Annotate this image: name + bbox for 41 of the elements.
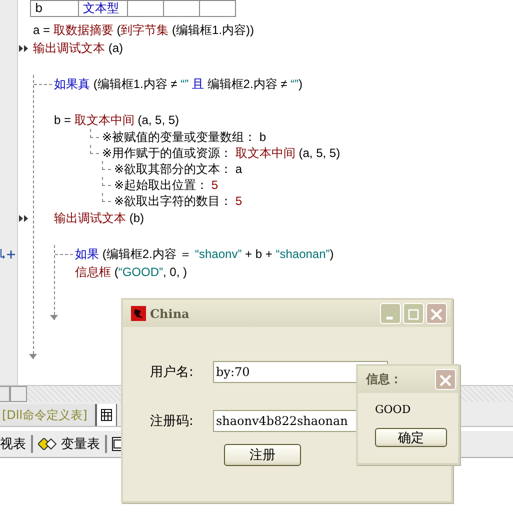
run-marker-icon[interactable]: [19, 44, 28, 52]
code-line: ※用作赋于的值或资源： 取文本中间 (a, 5, 5): [102, 145, 340, 161]
tab[interactable]: [96, 404, 118, 426]
code-line: 如果真 (编辑框1.内容 ≠ “” 且 编辑框2.内容 ≠ “”): [54, 76, 303, 92]
table-cell: 文本型: [78, 0, 128, 16]
app-icon: [131, 306, 146, 321]
scroll-left-button[interactable]: [0, 386, 10, 402]
minimize-icon: [386, 316, 393, 320]
panel-tab[interactable]: 视表: [0, 435, 33, 453]
close-button[interactable]: [426, 303, 447, 324]
close-icon: [439, 374, 452, 387]
panel-label: 变量表: [61, 436, 100, 453]
maximize-button[interactable]: [403, 303, 424, 324]
ok-button[interactable]: 确定: [375, 428, 447, 447]
code-line: 输出调试文本 (a): [33, 40, 123, 56]
table-icon: [101, 409, 112, 421]
window-title: China: [150, 306, 190, 320]
code-line: a = 取数据摘要 (到字节集 (编辑框1.内容)): [33, 22, 254, 38]
diamonds-icon: [38, 438, 58, 450]
register-button[interactable]: 注册: [224, 444, 301, 466]
field-label: 用户名:: [150, 364, 194, 381]
scrollbar-button[interactable]: [10, 386, 27, 402]
close-icon: [430, 308, 443, 321]
table-cell: [164, 0, 200, 16]
close-button[interactable]: [435, 369, 456, 390]
field-label: 注册码:: [150, 413, 194, 430]
code-line: b = 取文本中间 (a, 5, 5): [54, 112, 180, 128]
expand-marker-icon[interactable]: [0, 248, 16, 260]
code-line: 输出调试文本 (b): [54, 210, 144, 226]
table-cell: b: [30, 0, 78, 16]
code-line: ※起始取出位置： 5: [114, 177, 218, 193]
minimize-button[interactable]: [380, 303, 401, 324]
code-line: 信息框 (“GOOD”, 0, ): [75, 264, 188, 280]
code-line: 如果 (编辑框2.内容 ＝ “shaonv” + b + “shaonan”): [75, 246, 334, 262]
table-cell: [200, 0, 236, 16]
table-cell: [128, 0, 164, 16]
run-marker-icon[interactable]: [19, 214, 28, 222]
code-line: ※欲取出字符的数目： 5: [114, 193, 242, 209]
maximize-icon: [408, 309, 419, 320]
code-line: ※被赋值的变量或变量数组： b: [102, 129, 266, 145]
code-line: ※欲取其部分的文本： a: [114, 161, 242, 177]
